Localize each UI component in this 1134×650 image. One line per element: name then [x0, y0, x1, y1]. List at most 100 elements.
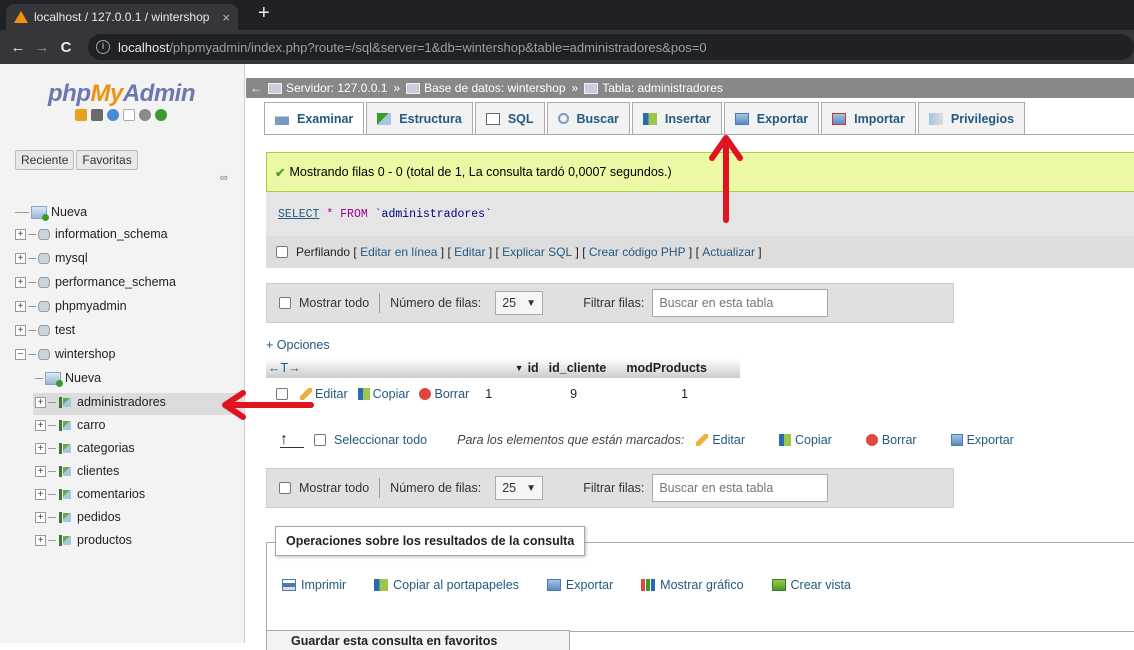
- tree-table-categorias[interactable]: + categorias: [35, 438, 135, 458]
- phpmyadmin-logo[interactable]: phpMyAdmin: [48, 80, 196, 108]
- tree-table-administradores[interactable]: + administradores: [35, 392, 166, 412]
- tree-table-carro[interactable]: + carro: [35, 415, 105, 435]
- expand-icon[interactable]: +: [35, 442, 46, 454]
- expand-icon[interactable]: +: [15, 228, 26, 240]
- options-link[interactable]: + Opciones: [266, 338, 330, 352]
- expand-icon[interactable]: +: [35, 465, 46, 477]
- tree-db-performance-schema[interactable]: + performance_schema: [15, 272, 176, 292]
- copy-to-clipboard-link[interactable]: Copiar al portapapeles: [374, 578, 519, 592]
- create-php-code-link[interactable]: Crear código PHP: [589, 245, 686, 259]
- close-tab-icon[interactable]: ×: [222, 10, 230, 25]
- row-delete-action[interactable]: Borrar: [419, 387, 469, 401]
- expand-icon[interactable]: +: [35, 511, 46, 523]
- tree-db-information-schema[interactable]: + information_schema: [15, 224, 168, 244]
- new-tab-button[interactable]: +: [258, 2, 270, 25]
- link-icon[interactable]: ∞: [220, 172, 228, 184]
- tree-db-test[interactable]: + test: [15, 320, 75, 340]
- edit-inline-link[interactable]: Editar en línea: [360, 245, 437, 259]
- tab-privileges[interactable]: Privilegios: [917, 102, 1026, 134]
- bulk-export-button[interactable]: Exportar: [950, 433, 1014, 447]
- tree-new-database[interactable]: Nueva: [15, 202, 87, 222]
- export-link[interactable]: Exportar: [546, 578, 613, 592]
- table-icon: [58, 465, 72, 477]
- expand-icon[interactable]: +: [15, 300, 26, 312]
- breadcrumb-server[interactable]: Servidor: 127.0.0.1: [286, 81, 387, 95]
- recent-button[interactable]: Reciente: [15, 150, 75, 170]
- tab-export[interactable]: Exportar: [723, 102, 820, 134]
- breadcrumb-database[interactable]: Base de datos: wintershop: [424, 81, 565, 95]
- show-all-checkbox[interactable]: [279, 297, 291, 309]
- tab-sql[interactable]: SQL: [474, 102, 545, 134]
- export-icon: [734, 112, 749, 125]
- bulk-delete-button[interactable]: Borrar: [865, 433, 917, 447]
- column-header-id[interactable]: id: [528, 361, 539, 375]
- tree-db-mysql[interactable]: + mysql: [15, 248, 88, 268]
- database-icon: [38, 300, 50, 312]
- tree-table-comentarios[interactable]: + comentarios: [35, 484, 145, 504]
- tree-new-table[interactable]: Nueva: [35, 368, 101, 388]
- column-header-modproducts[interactable]: modProducts: [626, 361, 707, 375]
- tab-browse[interactable]: Examinar: [264, 102, 365, 134]
- sql-select-keyword[interactable]: SELECT: [278, 208, 319, 221]
- delete-icon: [419, 388, 432, 400]
- expand-icon[interactable]: +: [35, 396, 46, 408]
- row-copy-action[interactable]: Copiar: [357, 387, 409, 401]
- tree-table-pedidos[interactable]: + pedidos: [35, 507, 121, 527]
- column-resize-arrows[interactable]: ←T→: [268, 361, 301, 375]
- pencil-icon: [300, 388, 312, 400]
- tree-table-clientes[interactable]: + clientes: [35, 461, 119, 481]
- collapse-icon[interactable]: −: [15, 348, 26, 360]
- select-all-label[interactable]: Seleccionar todo: [334, 433, 427, 447]
- tree-db-wintershop[interactable]: − wintershop: [15, 344, 115, 364]
- refresh-link[interactable]: Actualizar: [702, 245, 755, 259]
- site-info-icon[interactable]: i: [96, 40, 110, 54]
- bulk-copy-button[interactable]: Copiar: [779, 433, 832, 447]
- expand-icon[interactable]: +: [15, 324, 26, 336]
- expand-icon[interactable]: +: [35, 419, 46, 431]
- expand-icon[interactable]: +: [15, 276, 26, 288]
- print-link[interactable]: Imprimir: [282, 578, 346, 592]
- rows-select[interactable]: 25 ▼: [495, 476, 544, 500]
- back-button[interactable]: ←: [6, 39, 30, 56]
- import-icon: [832, 112, 847, 125]
- url-input[interactable]: i localhost/phpmyadmin/index.php?route=/…: [88, 34, 1134, 60]
- help-icon[interactable]: [107, 109, 119, 121]
- filter-rows-input[interactable]: [652, 474, 829, 502]
- tab-search[interactable]: Buscar: [546, 102, 630, 134]
- tab-insert[interactable]: Insertar: [631, 102, 722, 134]
- bookmark-query-panel[interactable]: Guardar esta consulta en favoritos: [266, 630, 570, 650]
- reload-navigation-icon[interactable]: [155, 109, 167, 121]
- row-edit-action[interactable]: Editar: [300, 387, 348, 401]
- home-icon[interactable]: [75, 109, 87, 121]
- logout-icon[interactable]: [91, 109, 103, 121]
- sidebar-toolbar: [75, 109, 167, 121]
- row-checkbox[interactable]: [276, 388, 288, 400]
- bulk-edit-button[interactable]: Editar: [696, 433, 745, 447]
- profiling-bar: Perfilando [ Editar en línea ] [ Editar …: [266, 236, 1134, 268]
- reload-button[interactable]: C: [54, 39, 78, 56]
- browser-tab[interactable]: localhost / 127.0.0.1 / wintershop ×: [6, 4, 238, 30]
- create-view-link[interactable]: Crear vista: [771, 578, 851, 592]
- tree-db-phpmyadmin[interactable]: + phpmyadmin: [15, 296, 127, 316]
- tree-table-productos[interactable]: + productos: [35, 530, 132, 550]
- settings-icon[interactable]: [139, 109, 151, 121]
- forward-button[interactable]: →: [30, 39, 54, 56]
- tab-import[interactable]: Importar: [821, 102, 916, 134]
- expand-icon[interactable]: +: [35, 534, 46, 546]
- expand-icon[interactable]: +: [35, 488, 46, 500]
- edit-link[interactable]: Editar: [454, 245, 485, 259]
- profiling-checkbox[interactable]: [276, 246, 288, 258]
- explain-sql-link[interactable]: Explicar SQL: [502, 245, 572, 259]
- rows-select[interactable]: 25 ▼: [495, 291, 544, 315]
- select-all-checkbox[interactable]: [314, 434, 326, 446]
- filter-rows-input[interactable]: [652, 289, 829, 317]
- show-all-checkbox[interactable]: [279, 482, 291, 494]
- expand-icon[interactable]: +: [15, 252, 26, 264]
- docs-icon[interactable]: [123, 109, 135, 121]
- favorites-button[interactable]: Favoritas: [76, 150, 138, 170]
- collapse-sidebar-icon[interactable]: ←: [250, 81, 262, 95]
- tab-structure[interactable]: Estructura: [366, 102, 473, 134]
- show-chart-link[interactable]: Mostrar gráfico: [641, 578, 744, 592]
- column-header-id-cliente[interactable]: id_cliente: [549, 361, 607, 375]
- breadcrumb-table[interactable]: Tabla: administradores: [602, 81, 723, 95]
